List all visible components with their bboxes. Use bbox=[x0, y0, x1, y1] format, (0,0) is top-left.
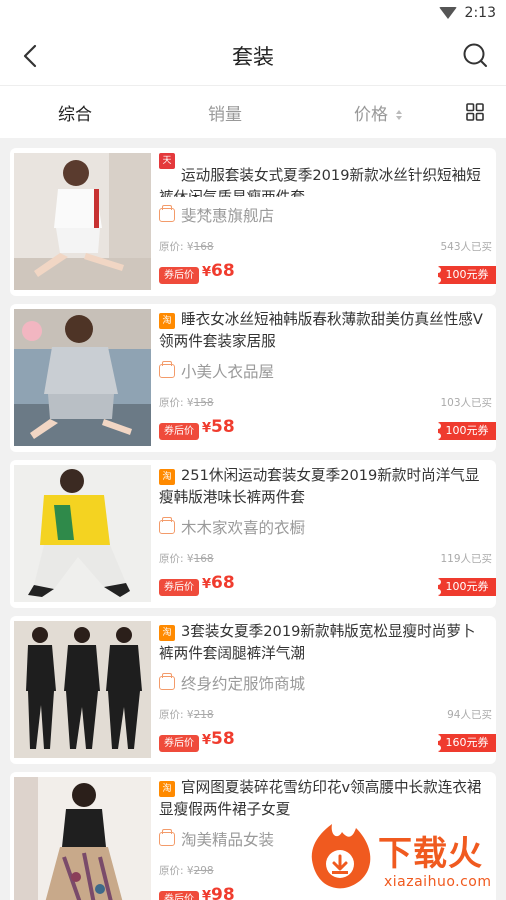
tmall-badge-icon: 天猫 bbox=[159, 153, 175, 182]
product-card[interactable]: 淘 3套装女夏季2019新款韩版宽松显瘦时尚萝卜裤两件套阔腿裤洋气潮 终身约定服饰… bbox=[10, 616, 496, 764]
taobao-badge-icon: 淘 bbox=[159, 625, 175, 641]
product-title[interactable]: 淘睡衣女冰丝短袖韩版春秋薄款甜美仿真丝性感V领两件套装家居服 bbox=[159, 309, 490, 353]
product-image bbox=[14, 309, 151, 446]
coupon-price-label: 券后价 bbox=[159, 891, 199, 900]
shop-name: 斐梵惠旗舰店 bbox=[181, 207, 275, 225]
page-title: 套装 bbox=[232, 44, 274, 69]
watermark-domain: xiazaihuo.com bbox=[384, 874, 492, 890]
coupon-tag[interactable]: 100元券 bbox=[435, 578, 496, 596]
product-card[interactable]: 淘 251休闲运动套装女夏季2019新款时尚洋气显瘦韩版港味长裤两件套 木木家欢喜… bbox=[10, 460, 496, 608]
original-price: 原价: ¥158 bbox=[159, 397, 214, 409]
product-image bbox=[14, 153, 151, 290]
price: ¥68 bbox=[202, 261, 235, 281]
tab-price[interactable]: 价格 bbox=[354, 100, 403, 125]
product-image bbox=[14, 621, 151, 758]
taobao-badge-icon: 淘 bbox=[159, 469, 175, 485]
original-price: 原价: ¥218 bbox=[159, 709, 214, 721]
sold-count: 94人已买 bbox=[447, 709, 492, 721]
grid-icon[interactable] bbox=[466, 103, 484, 121]
sold-count: 543人已买 bbox=[440, 241, 492, 253]
flame-logo-icon bbox=[311, 824, 371, 889]
sold-count: 103人已买 bbox=[440, 397, 492, 409]
tab-sales[interactable]: 销量 bbox=[208, 100, 242, 125]
tab-price-label: 价格 bbox=[354, 105, 388, 125]
status-bar: 2:13 bbox=[0, 0, 506, 26]
coupon-tag[interactable]: 160元券 bbox=[435, 734, 496, 752]
search-icon[interactable] bbox=[462, 42, 488, 68]
shop-name: 木木家欢喜的衣橱 bbox=[181, 519, 306, 537]
wifi-icon bbox=[438, 7, 457, 19]
product-card[interactable]: 淘睡衣女冰丝短袖韩版春秋薄款甜美仿真丝性感V领两件套装家居服 小美人衣品屋 原价… bbox=[10, 304, 496, 452]
coupon-price-label: 券后价 bbox=[159, 267, 199, 284]
price: ¥98 bbox=[202, 885, 235, 900]
shop-row[interactable]: 小美人衣品屋 bbox=[159, 360, 274, 382]
original-price: 原价: ¥168 bbox=[159, 241, 214, 253]
shop-icon bbox=[159, 205, 175, 222]
product-list: 天猫运动服套装女式夏季2019新款冰丝针织短袖短裤休闲气质显瘦两件套 斐梵惠旗舰… bbox=[10, 148, 496, 900]
coupon-tag[interactable]: 100元券 bbox=[435, 422, 496, 440]
status-time: 2:13 bbox=[464, 5, 496, 21]
product-title[interactable]: 淘 3套装女夏季2019新款韩版宽松显瘦时尚萝卜裤两件套阔腿裤洋气潮 bbox=[159, 621, 490, 665]
price: ¥58 bbox=[202, 417, 235, 437]
price: ¥68 bbox=[202, 573, 235, 593]
sort-arrows-icon bbox=[396, 110, 403, 120]
shop-row[interactable]: 斐梵惠旗舰店 bbox=[159, 204, 274, 226]
shop-name: 淘美精品女装 bbox=[181, 831, 275, 849]
shop-icon bbox=[159, 673, 175, 690]
product-title[interactable]: 淘官网图夏装碎花雪纺印花v领高腰中长款连衣裙显瘦假两件裙子女夏 bbox=[159, 777, 490, 821]
sold-count: 119人已买 bbox=[440, 553, 492, 565]
shop-icon bbox=[159, 361, 175, 378]
coupon-price-label: 券后价 bbox=[159, 423, 199, 440]
shop-row[interactable]: 终身约定服饰商城 bbox=[159, 672, 305, 694]
chevron-left-icon[interactable] bbox=[22, 44, 38, 68]
shop-row[interactable]: 木木家欢喜的衣橱 bbox=[159, 516, 305, 538]
shop-row[interactable]: 淘美精品女装 bbox=[159, 828, 274, 850]
shop-icon bbox=[159, 829, 175, 846]
sort-bar: 综合 销量 价格 bbox=[0, 86, 506, 138]
original-price: 原价: ¥298 bbox=[159, 865, 214, 877]
header: 套装 bbox=[0, 26, 506, 86]
coupon-tag[interactable]: 100元券 bbox=[435, 266, 496, 284]
taobao-badge-icon: 淘 bbox=[159, 781, 175, 797]
product-card[interactable]: 天猫运动服套装女式夏季2019新款冰丝针织短袖短裤休闲气质显瘦两件套 斐梵惠旗舰… bbox=[10, 148, 496, 296]
shop-icon bbox=[159, 517, 175, 534]
taobao-badge-icon: 淘 bbox=[159, 313, 175, 329]
coupon-price-label: 券后价 bbox=[159, 735, 199, 752]
product-title[interactable]: 淘 251休闲运动套装女夏季2019新款时尚洋气显瘦韩版港味长裤两件套 bbox=[159, 465, 490, 509]
product-title[interactable]: 天猫运动服套装女式夏季2019新款冰丝针织短袖短裤休闲气质显瘦两件套 bbox=[159, 153, 490, 197]
product-image bbox=[14, 777, 151, 900]
coupon-price-label: 券后价 bbox=[159, 579, 199, 596]
watermark-brand: 下载火 bbox=[378, 834, 483, 874]
tab-comprehensive[interactable]: 综合 bbox=[58, 100, 92, 125]
shop-name: 终身约定服饰商城 bbox=[181, 675, 306, 693]
product-image bbox=[14, 465, 151, 602]
shop-name: 小美人衣品屋 bbox=[181, 363, 275, 381]
price: ¥58 bbox=[202, 729, 235, 749]
watermark: 下载火 xiazaihuo.com bbox=[302, 822, 502, 896]
original-price: 原价: ¥168 bbox=[159, 553, 214, 565]
